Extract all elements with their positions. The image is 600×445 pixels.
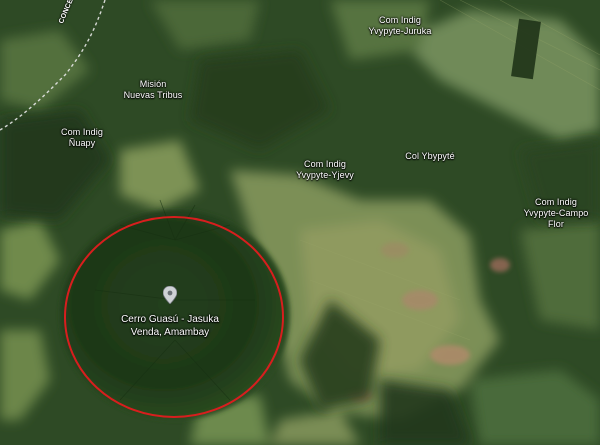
place-label-mision[interactable]: Misión Nuevas Tribus [118,79,188,101]
place-label-cerro-guasu[interactable]: Cerro Guasú - Jasuka Venda, Amambay [100,313,240,339]
place-label-line: Nuevas Tribus [123,90,183,100]
satellite-imagery [0,0,600,445]
place-label-line: Yvypyte-Juruka [368,26,432,36]
place-label-line: Yvypyte-Campo [523,208,589,218]
place-label-line: Ñuapy [68,138,96,148]
place-label-line: Flor [548,219,564,229]
place-label-line: Yvypyte-Yjevy [296,170,354,180]
place-label-com-campo[interactable]: Com Indig Yvypyte-Campo Flor [515,197,597,230]
place-label-line: Com Indig [379,15,421,25]
place-label-line: Com Indig [61,127,103,137]
place-label-line: Com Indig [304,159,346,169]
satellite-map[interactable]: CONCEPCIÓN Misión Nuevas Tribus Com Indi… [0,0,600,445]
place-label-com-nuapy[interactable]: Com Indig Ñuapy [52,127,112,149]
main-place-line: Cerro Guasú - Jasuka [121,314,219,325]
place-label-col-ybypyte[interactable]: Col Ybypyté [395,151,465,162]
place-label-com-yjevy[interactable]: Com Indig Yvypyte-Yjevy [285,159,365,181]
place-label-line: Misión [139,79,167,89]
map-pin-icon[interactable] [163,286,177,304]
main-place-line: Venda, Amambay [130,327,210,338]
place-label-line: Com Indig [535,197,577,207]
place-label-com-juruka[interactable]: Com Indig Yvypyte-Juruka [360,15,440,37]
place-label-line: Col Ybypyté [405,151,455,161]
